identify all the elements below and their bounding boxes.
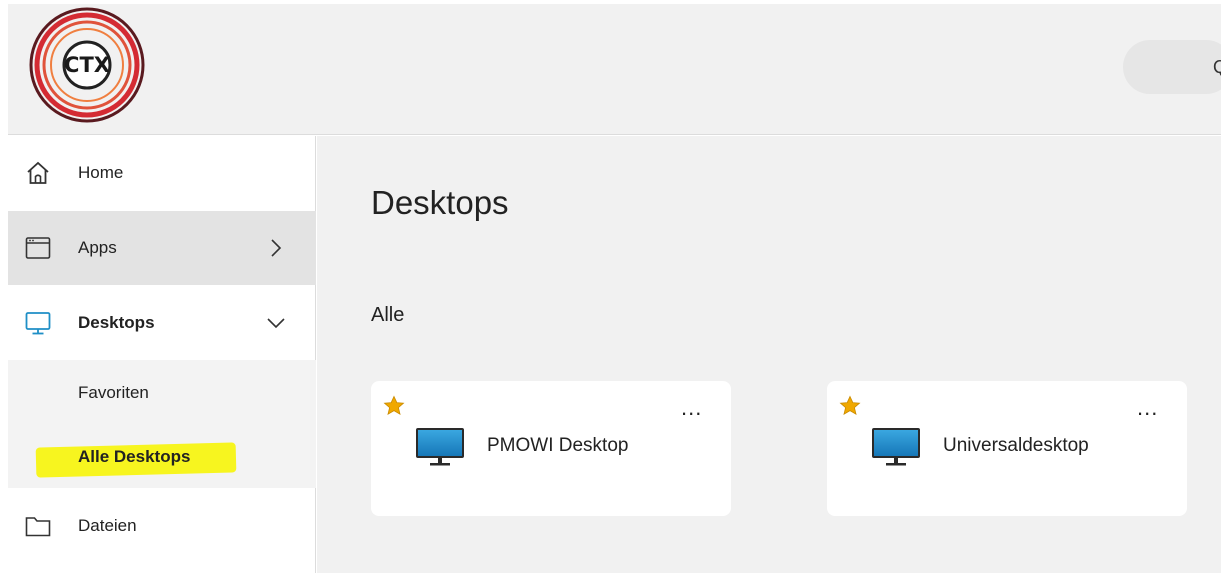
search-hint: Q <box>1213 57 1221 77</box>
page-title: Desktops <box>371 184 509 221</box>
more-options-button[interactable]: ... <box>681 397 702 419</box>
monitor-icon <box>416 428 464 466</box>
subnav-item-favoriten[interactable]: Favoriten <box>78 383 149 403</box>
favorite-star-icon[interactable] <box>383 395 405 417</box>
home-icon <box>27 161 49 184</box>
chevron-down-icon <box>267 318 285 329</box>
main-content: Desktops Alle ... PMOWI Desktop ... Univ… <box>317 136 1221 573</box>
section-title: Alle <box>371 304 405 326</box>
sidebar-item-label: Apps <box>78 238 117 257</box>
apps-icon <box>25 237 51 259</box>
desktop-card[interactable]: ... PMOWI Desktop <box>371 381 731 516</box>
sidebar-item-label: Desktops <box>78 313 155 332</box>
ctx-logo[interactable]: CTX <box>28 6 146 124</box>
monitor-icon <box>872 428 920 466</box>
sidebar-item-label: Home <box>78 163 124 182</box>
folder-icon <box>25 517 51 537</box>
desktop-icon <box>25 312 51 335</box>
sidebar-item-desktops[interactable]: Desktops <box>8 286 316 360</box>
logo-text: CTX <box>64 53 110 77</box>
sidebar-item-home[interactable]: Home <box>8 136 316 210</box>
subnav-item-alle-desktops[interactable]: Alle Desktops <box>78 447 190 467</box>
favorite-star-icon[interactable] <box>839 395 861 417</box>
desktop-name: Universaldesktop <box>943 435 1089 456</box>
chevron-right-icon <box>271 239 282 257</box>
desktop-name: PMOWI Desktop <box>487 435 629 456</box>
desktops-subnav: Favoriten Alle Desktops <box>8 360 316 488</box>
sidebar-nav: Home Apps Desktops Favoriten Alle Deskto… <box>8 136 316 573</box>
more-options-button[interactable]: ... <box>1137 397 1158 419</box>
top-header: CTX Q <box>8 4 1221 135</box>
sidebar-item-dateien[interactable]: Dateien <box>8 489 316 563</box>
sidebar-item-label: Dateien <box>78 516 137 535</box>
sidebar-item-apps[interactable]: Apps <box>8 211 316 285</box>
search-bar[interactable]: Q <box>1123 40 1221 94</box>
desktop-card[interactable]: ... Universaldesktop <box>827 381 1187 516</box>
